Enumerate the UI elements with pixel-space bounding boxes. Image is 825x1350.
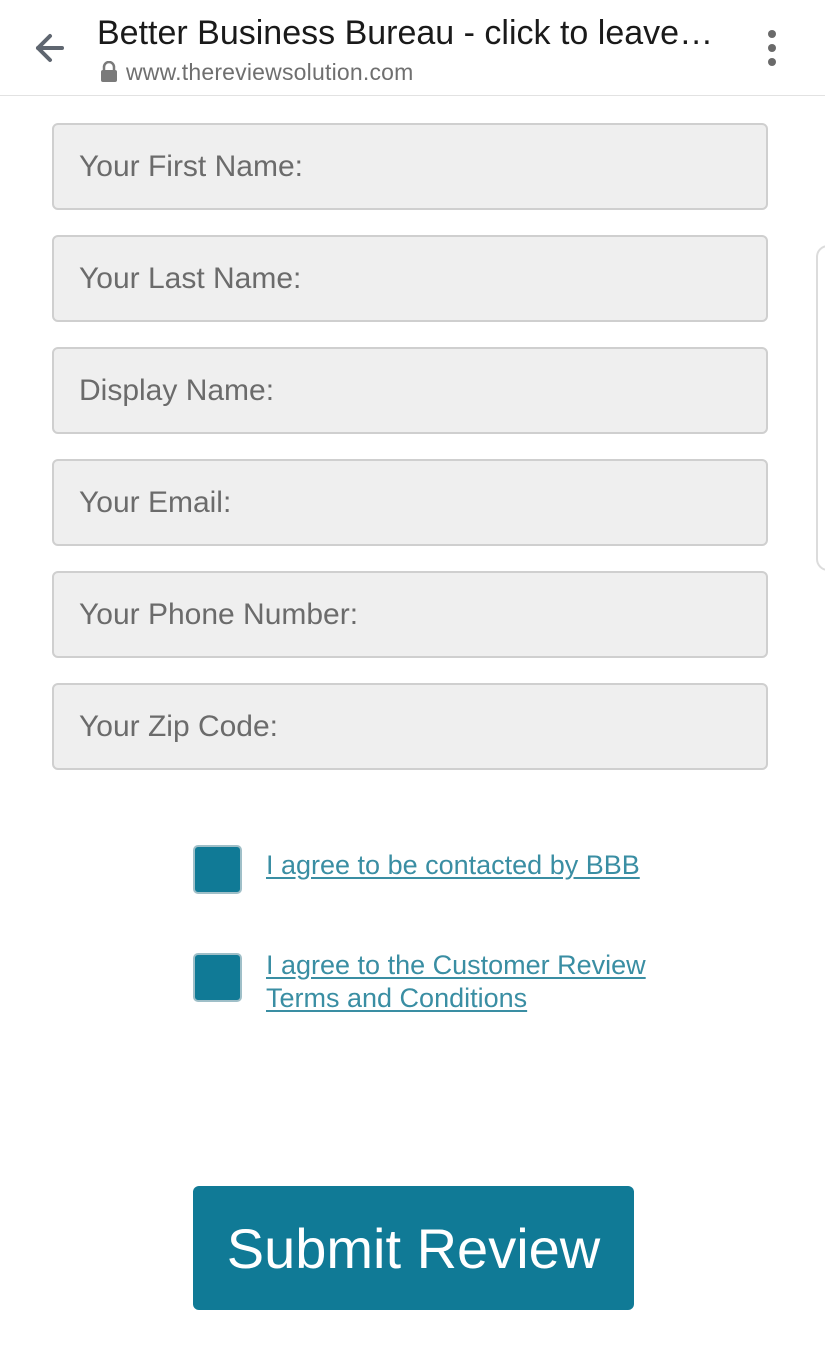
display-name-input[interactable] (52, 347, 768, 434)
more-vertical-icon[interactable] (760, 28, 784, 68)
first-name-input[interactable] (52, 123, 768, 210)
url-text: www.thereviewsolution.com (126, 58, 414, 85)
agree-contact-checkbox[interactable] (193, 845, 242, 894)
agree-terms-link[interactable]: I agree to the Customer Review Terms and… (266, 949, 686, 1015)
side-panel-handle[interactable] (816, 245, 825, 571)
review-form (52, 123, 768, 795)
zip-code-input[interactable] (52, 683, 768, 770)
agree-contact-link[interactable]: I agree to be contacted by BBB (266, 849, 686, 882)
agree-terms-checkbox[interactable] (193, 953, 242, 1002)
browser-toolbar: Better Business Bureau - click to leave … (0, 0, 825, 96)
agree-contact-row: I agree to be contacted by BBB (193, 845, 686, 894)
last-name-input[interactable] (52, 235, 768, 322)
lock-icon (100, 60, 118, 83)
submit-review-button[interactable]: Submit Review (193, 1186, 634, 1310)
agree-terms-row: I agree to the Customer Review Terms and… (193, 950, 686, 1015)
url-bar[interactable]: www.thereviewsolution.com (100, 58, 414, 86)
arrow-left-icon[interactable] (30, 30, 66, 66)
email-input[interactable] (52, 459, 768, 546)
phone-number-input[interactable] (52, 571, 768, 658)
page-title: Better Business Bureau - click to leave … (97, 14, 717, 52)
